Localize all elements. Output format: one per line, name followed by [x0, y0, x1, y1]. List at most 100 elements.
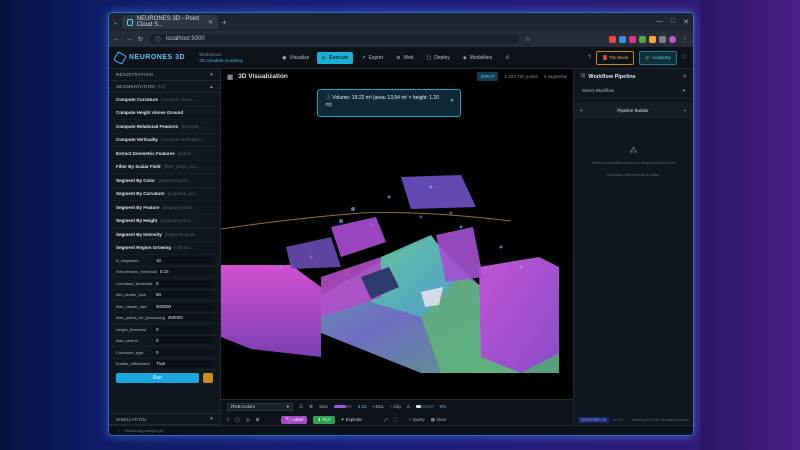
help-icon[interactable]: ?	[588, 55, 591, 61]
nav-execute[interactable]: ▷ Execute	[317, 51, 354, 64]
run-button[interactable]: Run	[116, 373, 199, 383]
function-desc: (segment_poi...	[167, 191, 199, 197]
the-book-button[interactable]: 📕 The Book	[596, 50, 635, 65]
new-tab-icon[interactable]: +	[222, 18, 227, 27]
extension-icon[interactable]	[619, 35, 626, 43]
profile-avatar[interactable]	[669, 35, 676, 43]
tab-list-icon[interactable]: ⌄	[113, 19, 118, 26]
segment-count: 0 segments	[543, 74, 567, 79]
label-button[interactable]: 🏷 Label	[281, 415, 308, 424]
workflow-panel: ⤨ Workflow Pipeline ✕ Select Workflow ▾ …	[573, 69, 693, 425]
param-input[interactable]: 0	[153, 337, 213, 345]
close-window-icon[interactable]: ✕	[683, 18, 689, 26]
chevron-down-icon: ⌄	[683, 107, 687, 112]
app-logo[interactable]: NEURONES 3D	[113, 50, 185, 65]
nav-modalities[interactable]: ◈ Modalities	[458, 52, 497, 64]
function-item[interactable]: Compute Height Above Ground	[109, 107, 220, 120]
fullscreen-icon[interactable]: ⤢	[384, 417, 388, 422]
section-registration[interactable]: REGISTRATION ▾	[109, 69, 220, 81]
size-slider[interactable]	[333, 405, 352, 408]
param-input[interactable]: 10	[153, 256, 213, 264]
maximize-icon[interactable]: □	[671, 18, 675, 26]
function-item[interactable]: Segment By Intensity (segment point...	[109, 228, 220, 242]
url-field[interactable]: ⓘ localhost:5000	[149, 34, 520, 44]
param-input[interactable]: 50	[153, 291, 213, 299]
extension-icon[interactable]	[609, 35, 616, 43]
bookmark-star-icon[interactable]: ☆	[525, 36, 530, 43]
academy-button[interactable]: 🎓 Academy	[639, 50, 677, 65]
query-button[interactable]: ⌕ Query	[409, 417, 425, 422]
clip-slider[interactable]	[415, 405, 434, 408]
grid-icon[interactable]: ⊞	[256, 417, 260, 423]
color-mode-select[interactable]: RGB Colors ▾	[227, 402, 293, 411]
minimize-icon[interactable]: —	[656, 18, 663, 26]
close-tab-icon[interactable]: ✕	[208, 19, 213, 26]
nav-deploy[interactable]: ▢ Deploy	[422, 52, 455, 64]
param-input[interactable]: 0	[153, 279, 213, 287]
reload-icon[interactable]: ↻	[138, 36, 143, 43]
browser-tab[interactable]: NEURONES 3D - Point Cloud S... ✕	[122, 15, 219, 29]
extension-icon[interactable]	[659, 35, 666, 43]
function-item[interactable]: Segment By Feature (segment point...	[109, 201, 220, 215]
function-item[interactable]: Filter By Scalar Field (filter_point_clou…	[109, 161, 220, 174]
workflow-title: Workflow Pipeline	[588, 73, 636, 80]
clip-checkbox[interactable]: ▫ Clip	[390, 404, 401, 409]
function-item[interactable]: Segment Region Growing (cell nor...	[109, 242, 220, 255]
layers-icon[interactable]: ☰	[299, 404, 303, 410]
function-item[interactable]: Compute Verticality (compute verticality …	[109, 134, 220, 147]
point-cloud-canvas[interactable]	[221, 117, 559, 373]
point-cloud-scene	[221, 175, 559, 373]
function-item[interactable]: Extract Geometric Features (extrac...	[109, 147, 220, 161]
extension-icon[interactable]	[649, 35, 656, 43]
param-input[interactable]: 0	[153, 325, 213, 333]
lasso-icon[interactable]: ◯	[235, 417, 240, 423]
flash-icon[interactable]	[203, 373, 213, 383]
expand-icon[interactable]: ⛶	[394, 417, 397, 422]
select-workflow-dropdown[interactable]: Select Workflow ▾	[578, 84, 689, 98]
forward-icon[interactable]: →	[126, 36, 132, 42]
tooltip-line-2: m)	[326, 102, 332, 108]
edl-checkbox[interactable]: ▪ EDL	[373, 404, 385, 409]
view-button[interactable]: ▦ View	[431, 417, 446, 423]
param-input[interactable]: 0	[153, 348, 213, 356]
function-item[interactable]: Compute Relational Features (Comput...	[109, 120, 220, 134]
close-icon[interactable]: ✕	[682, 74, 687, 80]
site-info-icon[interactable]: ⓘ	[155, 35, 161, 44]
function-item[interactable]: Segment By Color (segment point...	[109, 174, 220, 188]
section-segmentation[interactable]: SEGMENTATION (16) ▴	[109, 81, 220, 93]
select-workflow-value: Select Workflow	[582, 88, 615, 93]
param-input[interactable]: 300000	[164, 314, 213, 322]
pipeline-builder-header[interactable]: ⑂ Pipeline Builder ⌄	[574, 102, 693, 118]
extension-icon[interactable]	[639, 35, 646, 43]
menu-icon[interactable]: ⋮	[682, 36, 688, 43]
section-simulation[interactable]: SIMULATION ▾	[109, 413, 220, 425]
nav-export[interactable]: ↗ Export	[356, 52, 388, 64]
nav-web[interactable]: ⊕ Web	[391, 52, 418, 64]
function-item[interactable]: Segment By Height (segment point...	[109, 215, 220, 228]
input-badge[interactable]: INPUT	[476, 72, 499, 81]
back-icon[interactable]: ←	[114, 36, 120, 42]
param-label: Max_points_for_processing	[116, 315, 165, 321]
heart-icon[interactable]: ♡	[682, 54, 687, 61]
param-label: Smoothness_threshold	[116, 269, 157, 275]
param-label: Curvature_threshold	[116, 280, 153, 286]
explode-button[interactable]: ✦ Explode	[341, 417, 362, 423]
tool-icon[interactable]: ⟟	[227, 417, 229, 422]
param-input[interactable]: 500000	[153, 302, 213, 310]
param-input[interactable]: 0.15	[156, 268, 213, 276]
function-desc: (compute verticality f...	[161, 137, 207, 143]
nav-visualize[interactable]: ◉ Visualize	[277, 52, 314, 64]
axis-select[interactable]: Z	[407, 404, 410, 409]
function-item[interactable]: Compute Curvature (compute curva...	[109, 93, 220, 107]
function-item[interactable]: Segment By Curvature (segment_poi...	[109, 188, 220, 201]
extension-icon[interactable]	[629, 35, 636, 43]
ply-button[interactable]: ⬇ PLY	[313, 415, 335, 424]
settings-icon[interactable]: ⚙	[309, 404, 313, 410]
function-desc: (cell nor...	[174, 245, 194, 251]
close-icon[interactable]: ✕	[450, 98, 454, 105]
camera-icon[interactable]: ◎	[246, 417, 250, 423]
functions-sidebar: REGISTRATION ▾ SEGMENTATION (16) ▴ Compute…	[109, 69, 221, 425]
undo-icon[interactable]: ↺	[500, 52, 514, 64]
param-input[interactable]: True	[153, 360, 213, 368]
pipeline-dropzone[interactable]: ⁂ Select a workflow above or drag functi…	[574, 147, 693, 178]
